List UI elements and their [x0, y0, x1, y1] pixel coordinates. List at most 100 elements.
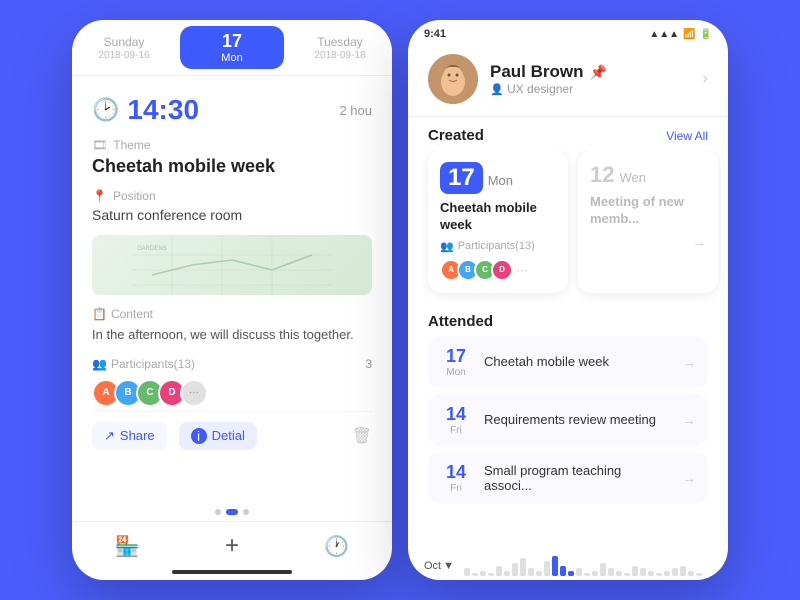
cal-day-monday[interactable]: 17 Mon	[180, 26, 284, 69]
event-title: Cheetah mobile week	[92, 156, 372, 177]
profile-role: 👤 UX designer	[490, 82, 691, 96]
map-placeholder: GARDENS	[92, 235, 372, 295]
info-icon: i	[191, 428, 207, 444]
event-card: 🕑 14:30 2 hou 🎞 Theme Cheetah mobile wee…	[72, 76, 392, 503]
dot-3	[243, 509, 249, 515]
timeline-bar-10	[544, 561, 550, 576]
created-card-1-num: 17	[440, 162, 483, 194]
sunday-label: Sunday	[104, 35, 145, 49]
created-title: Created	[428, 127, 484, 144]
clock-nav-icon[interactable]: 🕐	[324, 534, 349, 559]
status-time: 9:41	[424, 28, 446, 40]
home-indicator	[172, 570, 292, 574]
event-location: Saturn conference room	[92, 207, 372, 223]
attended-item-1[interactable]: 17 Mon Cheetah mobile week →	[428, 336, 708, 388]
view-all-button[interactable]: View All	[666, 129, 708, 143]
bottom-bar: 🏪 + 🕐	[72, 521, 392, 566]
created-card-2-num: 12	[590, 162, 614, 188]
timeline-bar-5	[504, 571, 510, 576]
timeline-bar-14	[576, 568, 582, 576]
created-card-2[interactable]: 12 Wen Meeting of new memb... →	[578, 150, 718, 293]
theme-label: Theme	[113, 138, 150, 152]
timeline-bar-20	[624, 573, 630, 576]
pin-icon: 📌	[590, 64, 607, 81]
created-card-1-date: 17 Mon	[440, 162, 556, 194]
attended-list: 17 Mon Cheetah mobile week → 14 Fri Requ…	[408, 336, 728, 504]
attended-section-header: Attended	[408, 303, 728, 336]
c-avatar-more: ···	[516, 263, 528, 277]
att-day-3: Fri	[440, 483, 472, 494]
participants-label: 👥 Participants(13)	[92, 357, 195, 371]
role-text: UX designer	[507, 82, 573, 96]
status-bar: 9:41 ▲▲▲ 📶 🔋	[408, 20, 728, 44]
tuesday-date: 2018-09-18	[314, 50, 365, 61]
timeline-bar-17	[600, 563, 606, 576]
att-num-3: 14	[440, 462, 472, 483]
timeline-bar-25	[664, 571, 670, 576]
timeline-bar-3	[488, 573, 494, 576]
sunday-date: 2018-09-16	[98, 50, 149, 61]
att-day-1: Mon	[440, 367, 472, 378]
created-card-1[interactable]: 17 Mon Cheetah mobile week 👥 Participant…	[428, 150, 568, 293]
timeline-bar-26	[672, 568, 678, 576]
position-meta-row: 📍 Position	[92, 189, 372, 203]
page-dots	[72, 503, 392, 521]
timeline-bar-29	[696, 573, 702, 576]
add-button[interactable]: +	[225, 532, 239, 560]
profile-arrow[interactable]: ›	[703, 70, 708, 88]
timeline-bar-27	[680, 566, 686, 576]
share-icon: ↗	[104, 428, 115, 444]
event-time-value: 14:30	[127, 94, 199, 126]
created-card-2-title: Meeting of new memb...	[590, 194, 706, 228]
attended-date-3: 14 Fri	[440, 462, 472, 494]
role-icon: 👤	[490, 84, 504, 96]
detail-label: Detial	[212, 428, 245, 443]
cal-day-sunday[interactable]: Sunday 2018-09-16	[72, 20, 176, 75]
calendar-strip: Sunday 2018-09-16 17 Mon Tuesday 2018-09…	[72, 20, 392, 76]
profile-info: Paul Brown 📌 👤 UX designer	[490, 62, 691, 96]
attended-item-2[interactable]: 14 Fri Requirements review meeting →	[428, 394, 708, 446]
content-label-text: Content	[111, 307, 153, 321]
theme-icon: 🎞	[92, 138, 107, 152]
participants-text: Participants(13)	[111, 357, 195, 371]
created-card-2-day: Wen	[619, 170, 646, 185]
right-phone: 9:41 ▲▲▲ 📶 🔋 Paul Brown 📌	[408, 20, 728, 580]
created-card-1-title: Cheetah mobile week	[440, 200, 556, 234]
timeline-bar-24	[656, 573, 662, 576]
att-arrow-3: →	[682, 470, 696, 486]
timeline-bar-15	[584, 573, 590, 576]
timeline-bar-9	[536, 571, 542, 576]
content-icon: 📋	[92, 307, 107, 321]
participants-icon-2: 👥	[440, 240, 454, 253]
trash-button[interactable]: 🗑	[352, 426, 372, 446]
att-arrow-2: →	[682, 412, 696, 428]
timeline-bar-11	[552, 556, 558, 576]
att-arrow-1: →	[682, 354, 696, 370]
profile-avatar	[428, 54, 478, 104]
timeline-bar-1	[472, 573, 478, 576]
share-button[interactable]: ↗ Share	[92, 422, 167, 450]
participants-count: 3	[365, 357, 372, 371]
att-title-1: Cheetah mobile week	[484, 354, 670, 369]
profile-name-text: Paul Brown	[490, 62, 584, 82]
c-avatar-4: D	[491, 259, 513, 281]
timeline-bar-7	[520, 558, 526, 576]
profile-section: Paul Brown 📌 👤 UX designer ›	[408, 44, 728, 117]
created-card-1-participants: 👥 Participants(13)	[440, 240, 556, 253]
event-time-row: 🕑 14:30 2 hou	[92, 94, 372, 126]
status-icons: ▲▲▲ 📶 🔋	[649, 29, 712, 40]
battery-icon: 🔋	[700, 29, 712, 40]
timeline-bar-22	[640, 568, 646, 576]
timeline-section: Oct ▼	[408, 548, 728, 580]
theme-meta-row: 🎞 Theme	[92, 138, 372, 152]
attended-item-3[interactable]: 14 Fri Small program teaching associ... …	[428, 452, 708, 504]
left-phone: Sunday 2018-09-16 17 Mon Tuesday 2018-09…	[72, 20, 392, 580]
dot-2	[226, 509, 238, 515]
timeline-bar-13	[568, 571, 574, 576]
detail-button[interactable]: i Detial	[179, 422, 257, 450]
action-row: ↗ Share i Detial 🗑	[92, 411, 372, 460]
timeline-bar-23	[648, 571, 654, 576]
timeline-bar-4	[496, 566, 502, 576]
cal-day-tuesday[interactable]: Tuesday 2018-09-18	[288, 20, 392, 75]
store-icon[interactable]: 🏪	[115, 534, 140, 559]
